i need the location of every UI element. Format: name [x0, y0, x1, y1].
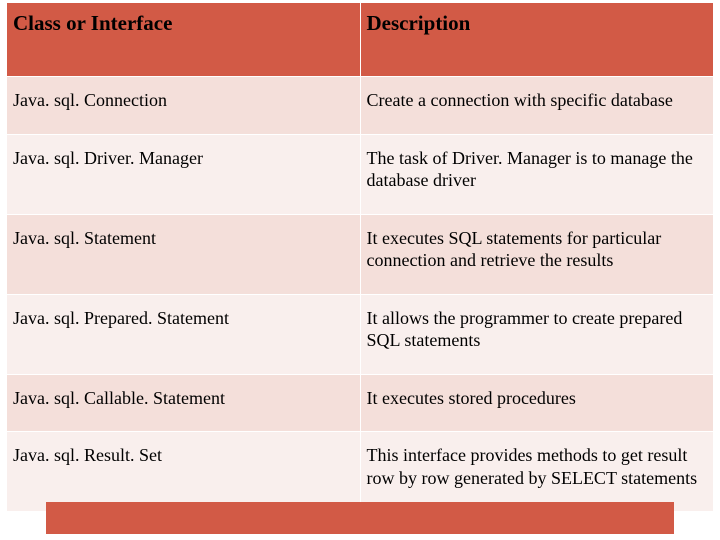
- table-row: Java. sql. Statement It executes SQL sta…: [7, 214, 714, 294]
- table-row: Java. sql. Result. Set This interface pr…: [7, 432, 714, 512]
- col-header-description: Description: [360, 3, 714, 77]
- slide: Class or Interface Description Java. sql…: [0, 0, 720, 540]
- table-row: Java. sql. Driver. Manager The task of D…: [7, 134, 714, 214]
- jdbc-table: Class or Interface Description Java. sql…: [6, 2, 714, 512]
- cell-desc: The task of Driver. Manager is to manage…: [360, 134, 714, 214]
- table-row: Java. sql. Prepared. Statement It allows…: [7, 294, 714, 374]
- cell-desc: It executes SQL statements for particula…: [360, 214, 714, 294]
- cell-class: Java. sql. Connection: [7, 77, 361, 135]
- cell-desc: This interface provides methods to get r…: [360, 432, 714, 512]
- table-row: Java. sql. Callable. Statement It execut…: [7, 374, 714, 432]
- footer-bar: [46, 502, 674, 534]
- col-header-class: Class or Interface: [7, 3, 361, 77]
- cell-class: Java. sql. Prepared. Statement: [7, 294, 361, 374]
- cell-class: Java. sql. Callable. Statement: [7, 374, 361, 432]
- table-row: Java. sql. Connection Create a connectio…: [7, 77, 714, 135]
- table-header-row: Class or Interface Description: [7, 3, 714, 77]
- cell-desc: It executes stored procedures: [360, 374, 714, 432]
- cell-desc: It allows the programmer to create prepa…: [360, 294, 714, 374]
- cell-desc: Create a connection with specific databa…: [360, 77, 714, 135]
- cell-class: Java. sql. Statement: [7, 214, 361, 294]
- cell-class: Java. sql. Result. Set: [7, 432, 361, 512]
- cell-class: Java. sql. Driver. Manager: [7, 134, 361, 214]
